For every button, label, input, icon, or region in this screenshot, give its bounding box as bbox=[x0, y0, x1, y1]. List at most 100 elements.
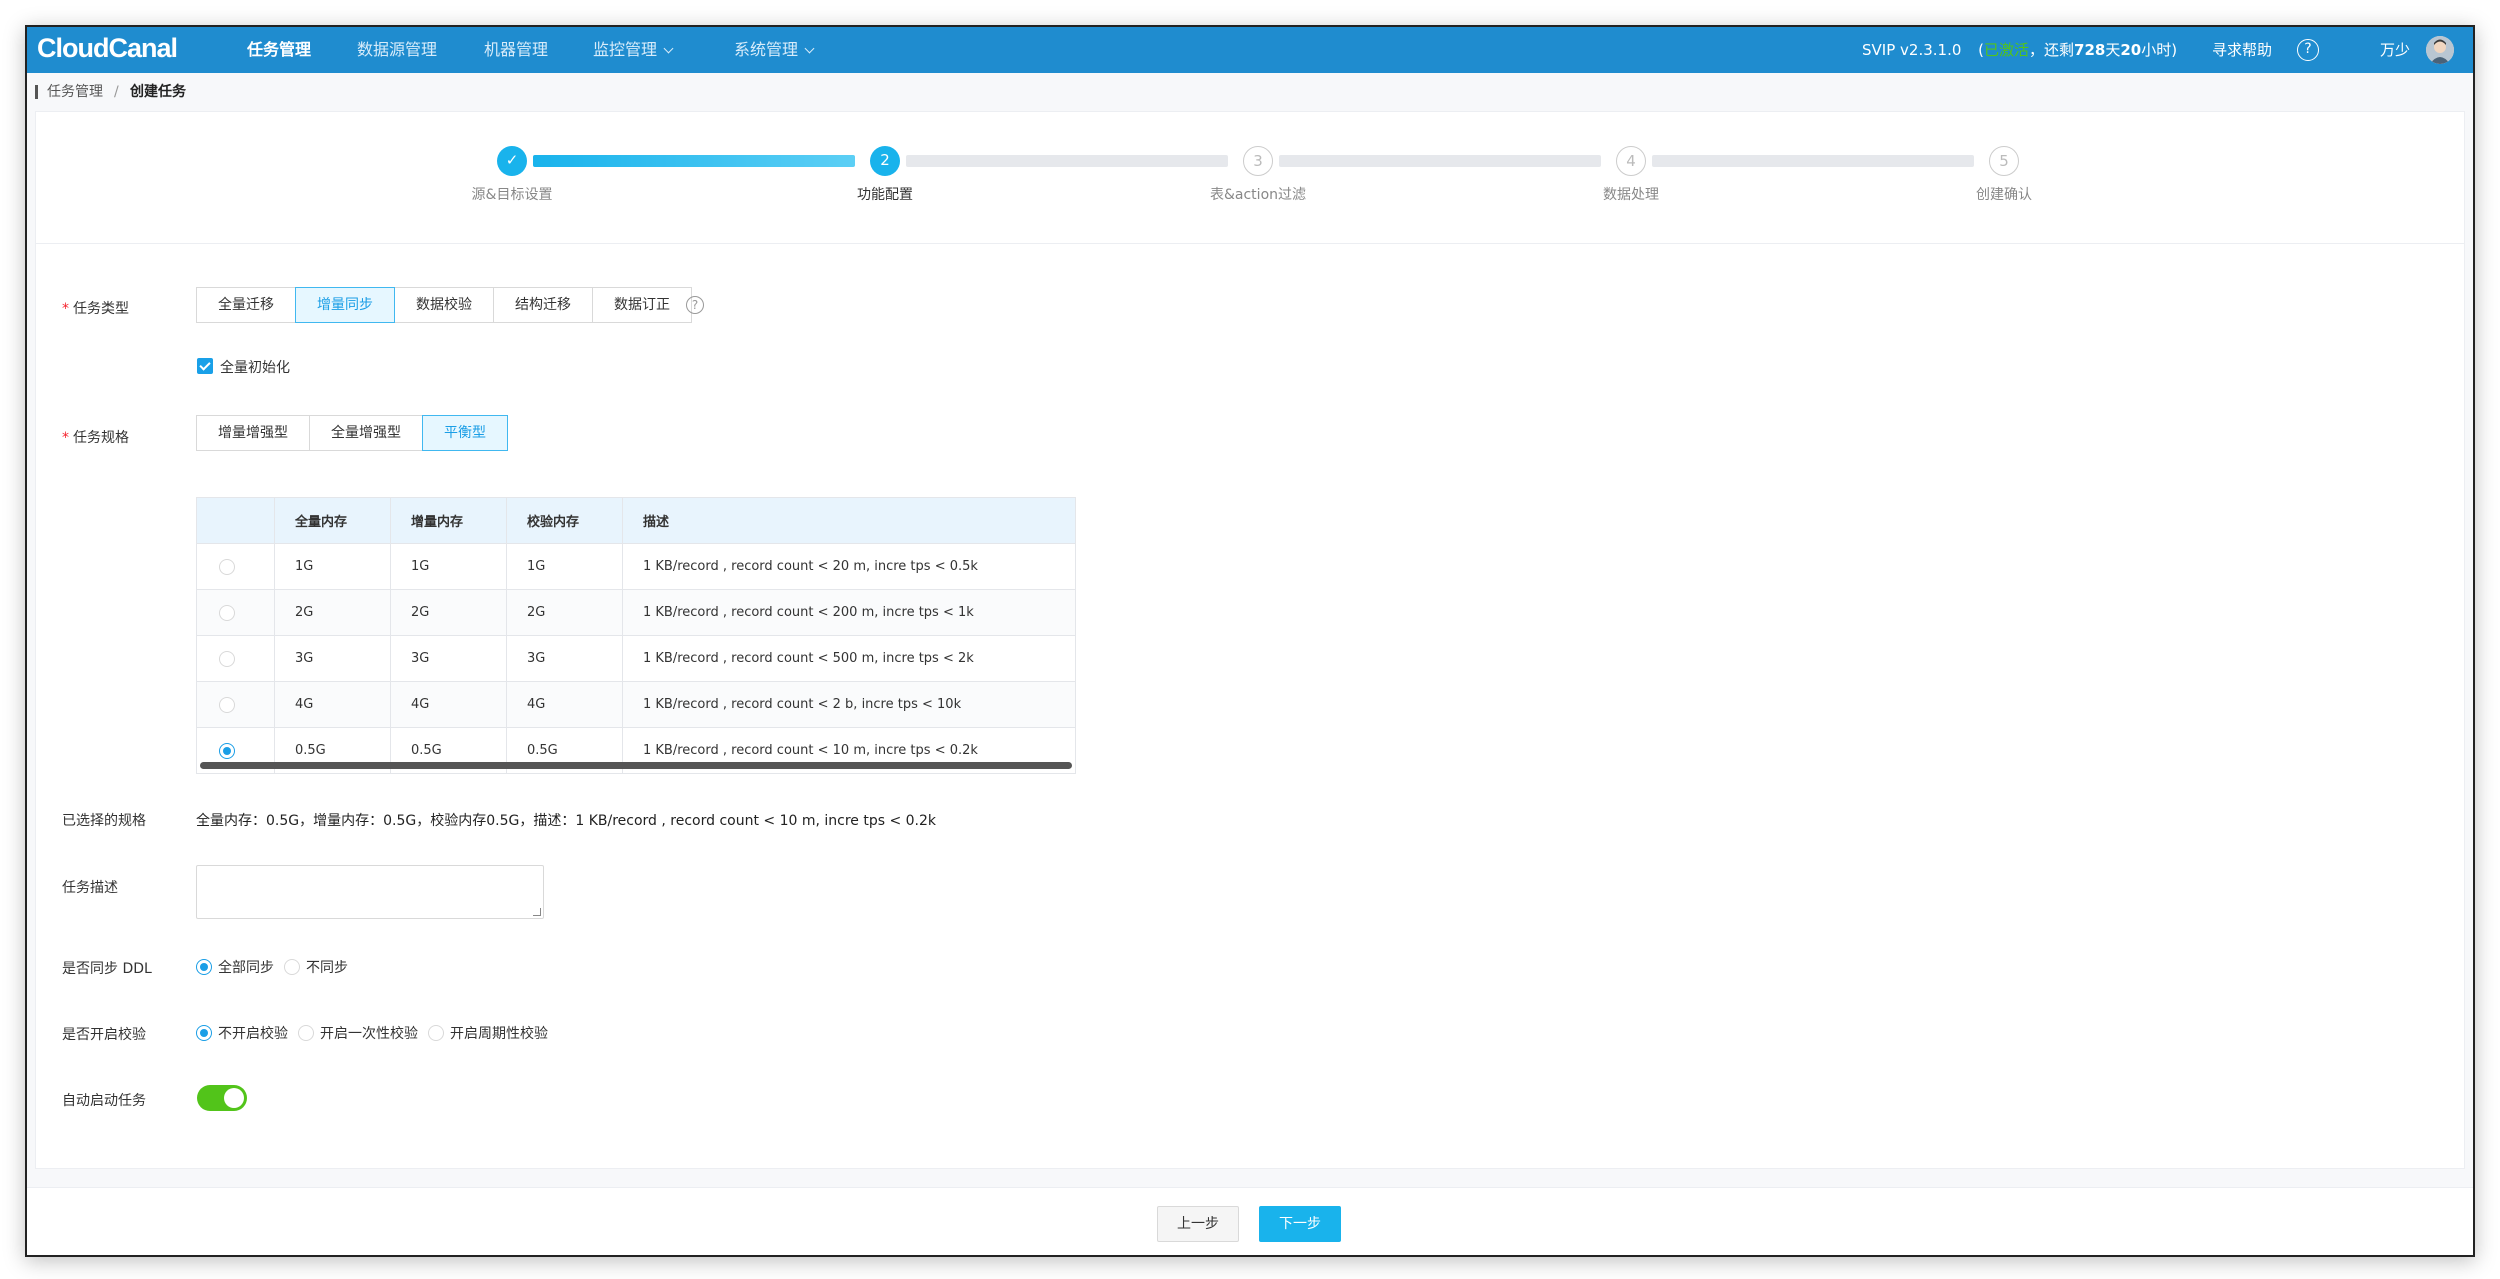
sync-ddl-label: 是否同步 DDL bbox=[62, 961, 152, 977]
row-select-cell[interactable] bbox=[196, 543, 275, 590]
check-mem-cell: 3G bbox=[506, 635, 623, 682]
chevron-down-icon bbox=[663, 43, 674, 54]
selected-spec-value: 全量内存：0.5G，增量内存：0.5G，校验内存0.5G，描述：1 KB/rec… bbox=[196, 813, 937, 829]
task-config-card: ✓ 2 3 4 5 源&目标设置 功能配置 表&action过滤 数据处理 创建… bbox=[35, 111, 2465, 1169]
step-2-indicator: 2 bbox=[870, 146, 900, 176]
help-icon[interactable]: ? bbox=[2297, 39, 2319, 61]
table-row[interactable]: 2G 2G 2G 1 KB/record , record count < 20… bbox=[196, 589, 1076, 636]
desc-cell: 1 KB/record , record count < 20 m, incre… bbox=[622, 543, 1076, 590]
table-header-full-mem: 全量内存 bbox=[274, 497, 391, 544]
breadcrumb-parent[interactable]: 任务管理 bbox=[47, 73, 103, 111]
nav-item-monitor[interactable]: 监控管理 bbox=[593, 27, 674, 73]
help-link[interactable]: 寻求帮助 bbox=[2212, 27, 2272, 73]
nav-item-datasources[interactable]: 数据源管理 bbox=[357, 27, 437, 73]
spec-incremental-enhanced[interactable]: 增量增强型 bbox=[196, 415, 310, 451]
row-radio[interactable] bbox=[219, 650, 235, 667]
step-4-indicator: 4 bbox=[1616, 146, 1646, 176]
sync-ddl-none[interactable]: 不同步 bbox=[284, 957, 348, 977]
nav-item-tasks[interactable]: 任务管理 bbox=[247, 27, 311, 73]
verify-off-label: 不开启校验 bbox=[218, 1026, 288, 1042]
task-type-incremental-sync[interactable]: 增量同步 bbox=[295, 287, 395, 323]
row-select-cell[interactable] bbox=[196, 635, 275, 682]
version-text: SVIP v2.3.1.0 bbox=[1862, 41, 1962, 59]
task-type-data-check[interactable]: 数据校验 bbox=[394, 287, 494, 323]
auto-start-toggle[interactable] bbox=[197, 1085, 247, 1111]
verify-periodic[interactable]: 开启周期性校验 bbox=[428, 1023, 548, 1043]
spec-balanced[interactable]: 平衡型 bbox=[422, 415, 508, 451]
row-select-cell[interactable] bbox=[196, 681, 275, 728]
row-radio[interactable] bbox=[219, 696, 235, 713]
required-mark: * bbox=[62, 301, 69, 317]
incr-mem-cell: 1G bbox=[390, 543, 507, 590]
task-type-data-correction[interactable]: 数据订正 bbox=[592, 287, 692, 323]
full-init-label[interactable]: 全量初始化 bbox=[220, 357, 290, 377]
table-header-desc: 描述 bbox=[622, 497, 1076, 544]
row-select-cell[interactable] bbox=[196, 589, 275, 636]
user-avatar-icon bbox=[2426, 36, 2454, 64]
verify-once[interactable]: 开启一次性校验 bbox=[298, 1023, 418, 1043]
table-row[interactable]: 3G 3G 3G 1 KB/record , record count < 50… bbox=[196, 635, 1076, 682]
license-hours-unit: 小时) bbox=[2141, 41, 2178, 59]
table-header-select bbox=[196, 497, 275, 544]
desc-cell: 1 KB/record , record count < 2 b, incre … bbox=[622, 681, 1076, 728]
task-type-group: 全量迁移 增量同步 数据校验 结构迁移 数据订正 bbox=[196, 287, 692, 323]
step-connector-2 bbox=[906, 155, 1228, 167]
radio[interactable] bbox=[428, 1025, 444, 1041]
license-days-unit: 天 bbox=[2105, 41, 2121, 59]
verify-off[interactable]: 不开启校验 bbox=[196, 1023, 288, 1043]
sync-ddl-radio-group: 全部同步 不同步 bbox=[196, 957, 358, 977]
license-hours: 20 bbox=[2120, 41, 2142, 59]
user-name[interactable]: 万少 bbox=[2380, 27, 2410, 73]
avatar[interactable] bbox=[2426, 36, 2454, 64]
table-horizontal-scrollbar[interactable] bbox=[200, 762, 1072, 769]
next-step-button[interactable]: 下一步 bbox=[1259, 1206, 1341, 1242]
task-desc-textarea[interactable] bbox=[196, 865, 544, 919]
spec-table: 全量内存 增量内存 校验内存 描述 1G 1G 1G 1 KB/record ,… bbox=[196, 497, 1076, 774]
task-type-structure-migration[interactable]: 结构迁移 bbox=[493, 287, 593, 323]
row-radio[interactable] bbox=[219, 558, 235, 575]
step-2-label: 功能配置 bbox=[857, 187, 913, 203]
table-header-check-mem: 校验内存 bbox=[506, 497, 623, 544]
license-info: SVIP v2.3.1.0 (已激活，还剩728天20小时) bbox=[1862, 27, 2177, 73]
resize-handle-icon[interactable] bbox=[533, 908, 541, 916]
table-row[interactable]: 1G 1G 1G 1 KB/record , record count < 20… bbox=[196, 543, 1076, 590]
task-type-full-migration[interactable]: 全量迁移 bbox=[196, 287, 296, 323]
row-radio-selected[interactable] bbox=[219, 742, 235, 759]
radio-selected[interactable] bbox=[196, 959, 212, 975]
table-header-row: 全量内存 增量内存 校验内存 描述 bbox=[196, 497, 1076, 544]
breadcrumb: 任务管理 / 创建任务 bbox=[27, 73, 2473, 111]
check-mem-cell: 4G bbox=[506, 681, 623, 728]
desc-cell: 1 KB/record , record count < 500 m, incr… bbox=[622, 635, 1076, 682]
auto-start-label: 自动启动任务 bbox=[62, 1093, 146, 1109]
full-mem-cell: 4G bbox=[274, 681, 391, 728]
full-init-checkbox[interactable] bbox=[197, 358, 213, 374]
step-5-indicator: 5 bbox=[1989, 146, 2019, 176]
full-mem-cell: 1G bbox=[274, 543, 391, 590]
row-radio[interactable] bbox=[219, 604, 235, 621]
verify-periodic-label: 开启周期性校验 bbox=[450, 1026, 548, 1042]
radio-selected[interactable] bbox=[196, 1025, 212, 1041]
task-spec-group: 增量增强型 全量增强型 平衡型 bbox=[196, 415, 508, 451]
spec-full-enhanced[interactable]: 全量增强型 bbox=[309, 415, 423, 451]
prev-step-button[interactable]: 上一步 bbox=[1157, 1206, 1239, 1242]
chevron-down-icon bbox=[804, 43, 815, 54]
license-days: 728 bbox=[2074, 41, 2106, 59]
step-1-label: 源&目标设置 bbox=[471, 187, 553, 203]
table-row[interactable]: 4G 4G 4G 1 KB/record , record count < 2 … bbox=[196, 681, 1076, 728]
nav-item-system[interactable]: 系统管理 bbox=[734, 27, 815, 73]
task-desc-label: 任务描述 bbox=[62, 880, 118, 896]
app-logo[interactable]: CloudCanal bbox=[37, 33, 178, 64]
radio[interactable] bbox=[298, 1025, 314, 1041]
incr-mem-cell: 4G bbox=[390, 681, 507, 728]
step-1-check-icon: ✓ bbox=[497, 146, 527, 176]
full-mem-cell: 3G bbox=[274, 635, 391, 682]
radio[interactable] bbox=[284, 959, 300, 975]
selected-spec-label: 已选择的规格 bbox=[62, 813, 146, 829]
sync-ddl-all[interactable]: 全部同步 bbox=[196, 957, 274, 977]
question-circle-icon[interactable]: ? bbox=[686, 296, 704, 314]
verify-label: 是否开启校验 bbox=[62, 1027, 146, 1043]
check-mem-cell: 1G bbox=[506, 543, 623, 590]
verify-once-label: 开启一次性校验 bbox=[320, 1026, 418, 1042]
nav-item-machines[interactable]: 机器管理 bbox=[484, 27, 548, 73]
task-type-label-text: 任务类型 bbox=[73, 301, 129, 317]
